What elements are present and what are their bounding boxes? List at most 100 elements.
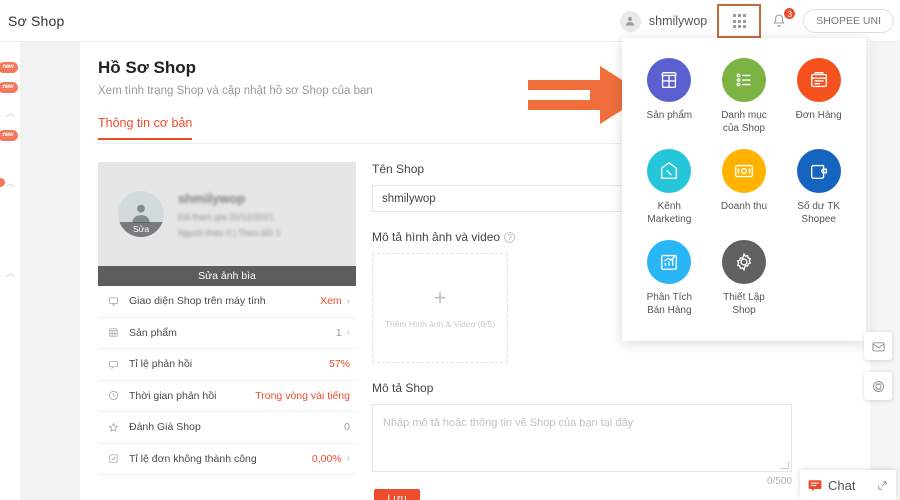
page-breadcrumb-title: Sơ Shop — [8, 12, 65, 29]
shop-description-placeholder: Nhập mô tả hoặc thông tin về Shop của bạ… — [383, 417, 634, 429]
shop-joined-date: Đã tham gia 20/12/2021 — [178, 211, 275, 222]
dropdown-item-orders[interactable]: Đơn Hàng — [781, 58, 856, 135]
dropdown-item-label: Kênh Marketing — [647, 201, 692, 225]
dropdown-item-marketing-channel[interactable]: Kênh Marketing — [632, 149, 707, 226]
chevron-right-icon: › — [346, 327, 350, 339]
notification-badge: 3 — [783, 7, 797, 20]
discount-house-icon — [647, 149, 692, 193]
shop-profile-column: Sửa shmilywop Đã tham gia 20/12/2021 Ngư… — [98, 162, 356, 475]
info-row-value: 0 — [344, 421, 350, 434]
shop-profile-card: Sửa shmilywop Đã tham gia 20/12/2021 Ngư… — [98, 162, 356, 266]
expand-icon[interactable] — [877, 480, 888, 491]
info-row-response-rate: Tỉ lệ phản hồi 57% — [98, 349, 356, 381]
shop-description-counter: 0/500 — [766, 476, 792, 487]
dropdown-item-label: Sản phẩm — [646, 110, 693, 121]
info-row-label: Thời gian phản hồi — [129, 389, 217, 402]
dropdown-item-shop-settings[interactable]: Thiết Lập Shop — [707, 240, 782, 317]
chat-bubble-icon — [108, 359, 124, 370]
gear-icon — [721, 240, 766, 284]
sidebar-new-badge: new — [0, 130, 18, 141]
dropdown-item-label: Phân Tích Bán Hàng — [646, 292, 693, 316]
question-mark-icon[interactable]: ? — [504, 232, 516, 243]
notification-button[interactable]: 3 — [771, 7, 797, 32]
resize-handle-icon[interactable] — [780, 461, 790, 469]
info-row-response-time: Thời gian phản hồi Trong vòng vài tiếng — [98, 381, 356, 412]
info-row-value: 1 — [335, 326, 342, 339]
media-description-text: Mô tả hình ảnh và video — [372, 230, 501, 244]
dropdown-item-products[interactable]: Sản phẩm — [632, 58, 707, 135]
chat-icon — [808, 479, 822, 491]
avatar-edit-label[interactable]: Sửa — [118, 222, 164, 237]
money-icon — [721, 149, 766, 193]
info-row-value: 57% — [328, 358, 350, 371]
shop-profile-meta: shmilywop Đã tham gia 20/12/2021 Người t… — [178, 191, 281, 238]
star-icon — [108, 422, 124, 433]
top-bar: Sơ Shop shmilywop 3 SHOPEE UNI — [0, 0, 900, 42]
info-row-failed-order-rate[interactable]: Tỉ lệ đơn không thành công 0,00% › — [98, 444, 356, 475]
shop-profile-name: shmilywop — [178, 190, 246, 206]
chevron-up-icon[interactable]: ︿ — [6, 176, 15, 188]
left-sidebar-rail: new new ︿ new ︿ ︿ — [0, 42, 20, 500]
user-icon — [619, 10, 641, 32]
apps-grid-icon — [732, 14, 746, 28]
dropdown-item-label: Số dư TK Shopee — [797, 201, 840, 225]
info-row-label: Giao diện Shop trên máy tính — [129, 295, 266, 308]
floating-action-icons — [864, 332, 892, 400]
shop-follow-stats: Người theo 0 | Theo dõi 1 — [178, 227, 281, 238]
chevron-right-icon: › — [346, 295, 350, 307]
shop-description-textarea[interactable]: Nhập mô tả hoặc thông tin về Shop của bạ… — [372, 404, 792, 472]
dropdown-item-label: Danh mục của Shop — [721, 110, 767, 134]
store-front-icon — [647, 58, 692, 102]
info-row-value: Xem — [320, 295, 342, 308]
media-upload-dropzone[interactable]: + Thêm Hình ảnh & Video (0/5) — [372, 253, 508, 363]
wallet-icon — [796, 149, 841, 193]
dropdown-item-sales-analytics[interactable]: Phân Tích Bán Hàng — [632, 240, 707, 317]
sidebar-new-badge: new — [0, 62, 18, 73]
plus-icon: + — [433, 285, 447, 310]
sidebar-gap — [20, 42, 80, 500]
dropdown-item-label: Doanh thu — [720, 201, 768, 212]
info-row-label: Sản phẩm — [129, 326, 177, 339]
info-row-label: Tỉ lệ phản hồi — [129, 358, 193, 371]
dropdown-item-label: Thiết Lập Shop — [723, 292, 765, 316]
save-button[interactable]: Lưu — [374, 489, 420, 500]
chevron-up-icon[interactable]: ︿ — [6, 266, 15, 278]
info-row-shop-desktop-view[interactable]: Giao diện Shop trên máy tính Xem › — [98, 286, 356, 318]
store-icon — [108, 327, 124, 338]
edit-cover-button[interactable]: Sửa ảnh bìa — [98, 266, 356, 286]
user-account-chip[interactable]: shmilywop — [619, 10, 707, 32]
support-ring-icon — [872, 380, 884, 392]
media-upload-text: Thêm Hình ảnh & Video (0/5) — [384, 319, 496, 329]
apps-dropdown-grid: Sản phẩm Danh mục của Shop Đơn Hàng Kênh… — [632, 58, 856, 317]
clipboard-check-icon — [108, 453, 124, 464]
shop-avatar[interactable]: Sửa — [118, 191, 164, 237]
chevron-right-icon: › — [346, 453, 350, 465]
order-box-icon — [796, 58, 841, 102]
info-row-value: Trong vòng vài tiếng — [255, 389, 350, 402]
dropdown-item-shopee-balance[interactable]: Số dư TK Shopee — [781, 149, 856, 226]
apps-grid-button[interactable] — [717, 4, 762, 38]
info-row-products[interactable]: Sản phẩm 1 › — [98, 318, 356, 349]
mail-icon — [871, 341, 885, 351]
shop-info-list: Giao diện Shop trên máy tính Xem › Sản p… — [98, 286, 356, 475]
chat-widget[interactable]: Chat — [800, 470, 896, 500]
info-row-label: Tỉ lệ đơn không thành công — [129, 452, 257, 465]
tab-basic-info[interactable]: Thông tin cơ bản — [98, 116, 193, 140]
dropdown-item-revenue[interactable]: Doanh thu — [707, 149, 782, 226]
info-row-label: Đánh Giá Shop — [129, 421, 201, 434]
shop-description-label: Mô tả Shop — [372, 381, 434, 395]
chevron-up-icon[interactable]: ︿ — [6, 106, 15, 118]
top-bar-right-group: shmilywop 3 SHOPEE UNI — [619, 0, 894, 42]
support-button[interactable] — [864, 372, 892, 400]
info-row-shop-rating: Đánh Giá Shop 0 — [98, 412, 356, 444]
list-icon — [721, 58, 766, 102]
bar-chart-icon — [647, 240, 692, 284]
chat-label: Chat — [828, 477, 856, 493]
sidebar-new-badge: new — [0, 82, 18, 93]
dropdown-item-shop-categories[interactable]: Danh mục của Shop — [707, 58, 782, 135]
mail-button[interactable] — [864, 332, 892, 360]
info-row-value: 0,00% — [311, 452, 342, 465]
monitor-icon — [108, 296, 124, 307]
shopee-uni-button[interactable]: SHOPEE UNI — [803, 9, 894, 33]
sidebar-dot-indicator — [0, 178, 5, 187]
